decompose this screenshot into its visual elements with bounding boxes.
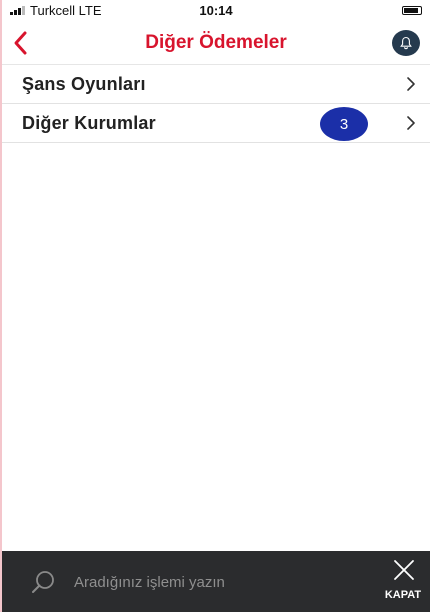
chevron-right-icon (407, 116, 415, 130)
search-input[interactable] (74, 568, 344, 596)
step-badge: 3 (320, 107, 368, 141)
bottom-search-bar: KAPAT (2, 551, 430, 612)
close-icon (394, 560, 414, 580)
notification-button[interactable] (392, 30, 420, 56)
battery-icon (402, 6, 422, 15)
close-button[interactable]: KAPAT (376, 551, 430, 612)
list-item-label: Şans Oyunları (22, 74, 146, 94)
phone-screen: Turkcell LTE 10:14 Diğer Ödemeler Şans O… (2, 0, 430, 612)
list-item-label: Diğer Kurumlar (22, 113, 156, 133)
status-bar: Turkcell LTE 10:14 (2, 0, 430, 22)
chevron-right-icon (407, 77, 415, 91)
payments-list: Şans Oyunları Diğer Kurumlar 3 (2, 65, 430, 143)
close-label: KAPAT (384, 589, 422, 601)
clock: 10:14 (199, 3, 233, 18)
search-icon (32, 571, 54, 593)
page-title: Diğer Ödemeler (145, 32, 287, 53)
list-item-sans-oyunlari[interactable]: Şans Oyunları (2, 65, 430, 104)
bell-icon (400, 36, 412, 50)
navigation-bar: Diğer Ödemeler (2, 22, 430, 65)
